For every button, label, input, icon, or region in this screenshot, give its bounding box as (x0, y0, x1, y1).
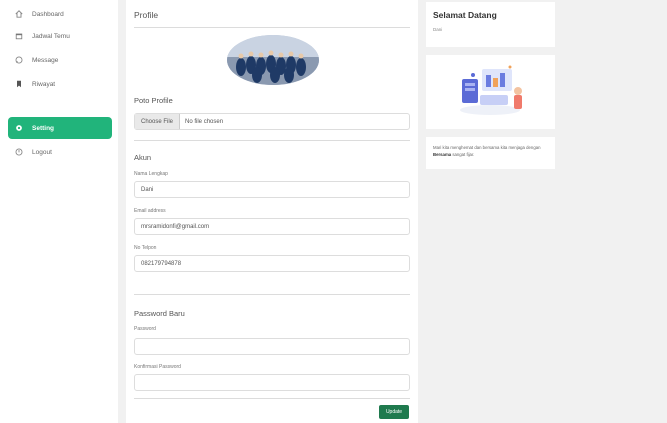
sidebar-item-label: Riwayat (32, 80, 56, 88)
phone-field[interactable]: 082179794878 (134, 255, 410, 272)
password-field[interactable] (134, 338, 410, 355)
bookmark-icon (14, 79, 24, 89)
illustration-card (426, 55, 555, 129)
sidebar-item-dashboard[interactable]: Dashboard (8, 3, 112, 25)
email-label: Email address (134, 208, 166, 214)
file-status: No file chosen (185, 118, 224, 125)
section-divider (134, 294, 410, 295)
welcome-title: Selamat Datang (433, 10, 497, 20)
welcome-card: Selamat Datang Dani (426, 2, 555, 47)
name-field[interactable]: Dani (134, 181, 410, 198)
info-text-main: Mari kita menghemat dan bersama kita men… (433, 145, 541, 150)
info-text: Mari kita menghemat dan bersama kita men… (433, 145, 550, 159)
logout-icon (14, 147, 24, 157)
gear-icon (14, 123, 24, 133)
name-label: Nama Lengkap (134, 171, 168, 177)
sidebar-item-label: Jadwal Temu (32, 32, 70, 40)
section-divider (134, 140, 410, 141)
update-button[interactable]: Update (379, 405, 409, 419)
welcome-user: Dani (433, 27, 443, 32)
calendar-icon (14, 31, 24, 41)
sidebar-item-riwayat[interactable]: Riwayat (8, 73, 112, 95)
info-text-end: sangat fijar. (451, 151, 475, 157)
profile-divider (134, 27, 410, 28)
choose-file-button[interactable]: Choose File (135, 114, 181, 129)
sidebar-item-jadwal-temu[interactable]: Jadwal Temu (8, 25, 112, 47)
sidebar-item-logout[interactable]: Logout (8, 141, 112, 163)
sidebar-item-message[interactable]: Message (8, 49, 112, 71)
account-title: Akun (134, 153, 152, 162)
photo-label: Poto Profile (134, 96, 173, 105)
section-divider (134, 398, 410, 399)
sidebar-item-setting[interactable]: Setting (8, 117, 112, 139)
sidebar-item-label: Setting (32, 124, 55, 132)
password-title: Password Baru (134, 309, 185, 318)
phone-label: No Telpon (134, 245, 157, 251)
email-field[interactable]: mrsramidonfi@gmail.com (134, 218, 410, 235)
profile-title: Profile (134, 10, 159, 20)
sidebar: Dashboard Jadwal Temu Message Riwayat Se… (0, 0, 118, 423)
profile-photo (227, 35, 319, 85)
confirm-password-label: Konfirmasi Password (134, 364, 181, 370)
password-label: Password (134, 326, 156, 332)
sidebar-item-label: Message (32, 56, 59, 64)
info-card: Mari kita menghemat dan bersama kita men… (426, 137, 555, 169)
sidebar-item-label: Logout (32, 148, 52, 156)
info-text-bold: Bersama (433, 151, 452, 157)
home-icon (14, 9, 24, 19)
illustration-image (460, 65, 522, 115)
message-icon (14, 55, 24, 65)
confirm-password-field[interactable] (134, 374, 410, 391)
sidebar-item-label: Dashboard (32, 10, 64, 18)
file-input[interactable]: Choose File No file chosen (134, 113, 410, 130)
